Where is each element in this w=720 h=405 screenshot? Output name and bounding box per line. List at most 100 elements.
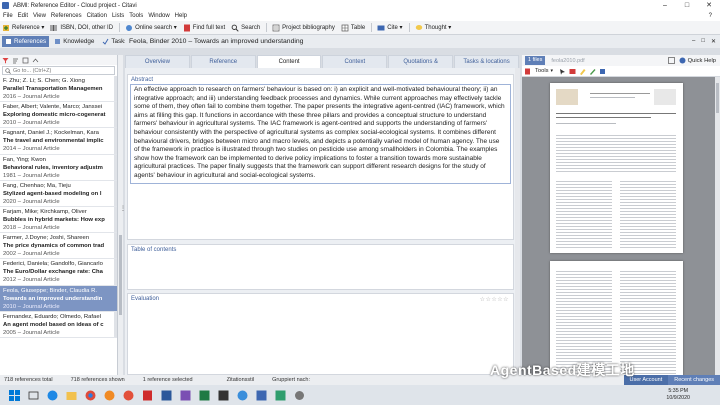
start-icon[interactable] — [8, 389, 21, 402]
knowledge-icon — [54, 38, 61, 45]
citavi-app-icon — [2, 2, 9, 9]
pdf-scrollbar[interactable] — [715, 77, 720, 375]
task-view-icon[interactable] — [27, 389, 40, 402]
editor-scrollbar[interactable] — [515, 68, 520, 375]
files-dropdown[interactable]: 1 files — [525, 56, 546, 65]
menu-help[interactable]: Help — [175, 13, 187, 19]
find-full-text-button[interactable]: Find full text — [183, 24, 225, 32]
tab-reference[interactable]: Reference — [190, 55, 256, 68]
new-reference-button[interactable]: Reference ▾ — [2, 24, 44, 32]
selection-icon[interactable] — [22, 57, 29, 64]
evaluation-field[interactable] — [128, 303, 513, 369]
tab-quotations-comments[interactable]: Quotations & comments — [388, 55, 454, 78]
citation-style[interactable]: Zitationsstil — [227, 377, 255, 383]
reference-item[interactable]: Federici, Daniela; Gandolfo, Giancarlo Th… — [0, 259, 117, 286]
app-icon[interactable] — [274, 389, 287, 402]
visual-studio-icon[interactable] — [179, 389, 192, 402]
watermark: AgentBased建模工地 — [490, 362, 635, 378]
evaluation-label: Evaluation — [131, 296, 160, 302]
tab-content[interactable]: Content — [256, 55, 322, 68]
editor-tabs: Overview Reference Content Context Quota… — [125, 55, 520, 78]
goto-input[interactable]: Go to... (Ctrl+Z) — [2, 66, 115, 75]
file-explorer-icon[interactable] — [65, 389, 78, 402]
recent-changes-button[interactable]: Recent changes — [668, 375, 720, 385]
menu-lists[interactable]: Lists — [112, 13, 124, 19]
word-icon[interactable] — [160, 389, 173, 402]
pen-icon[interactable] — [589, 68, 596, 75]
reference-item[interactable]: Farmer, J.Doyne; Joshi, Shareen The price… — [0, 233, 117, 260]
fullscreen-icon[interactable] — [667, 57, 675, 64]
menu-view[interactable]: View — [33, 13, 46, 19]
pdf-viewer[interactable] — [522, 77, 720, 375]
quick-help-link[interactable]: Quick Help — [688, 58, 716, 64]
rating-stars[interactable]: ☆☆☆☆☆ — [480, 296, 509, 303]
tab-references[interactable]: References — [2, 36, 50, 47]
pdf-icon — [524, 68, 531, 75]
system-clock[interactable]: 5:35 PM 10/9/2020 — [666, 388, 690, 402]
excel-icon[interactable] — [198, 389, 211, 402]
reference-item[interactable]: Faber, Albert; Valente, Marco; Janssei Ex… — [0, 102, 117, 129]
tab-tasks-locations[interactable]: Tasks & locations — [454, 55, 519, 68]
highlight-icon[interactable] — [579, 68, 586, 75]
filter-icon[interactable] — [2, 57, 9, 64]
menu-citation[interactable]: Citation — [87, 13, 107, 19]
abstract-section: Abstract An effective approach to resear… — [127, 74, 514, 240]
help-icon[interactable]: ? — [709, 13, 712, 19]
reference-list-scrollbar[interactable] — [118, 55, 123, 375]
tab-knowledge[interactable]: Knowledge — [51, 36, 97, 47]
reference-item[interactable]: F. Zhu; Z. Li; S. Chen; G. Xiong Parallel… — [0, 76, 117, 103]
isbn-button[interactable]: ISBN, DOI, other ID — [50, 24, 113, 32]
content-tab-panel: Abstract An effective approach to resear… — [125, 68, 520, 375]
status-shown: 718 references shown — [70, 377, 125, 383]
media-icon[interactable] — [103, 389, 116, 402]
toolbar-separator — [266, 23, 268, 32]
search-button[interactable]: Search — [231, 24, 260, 32]
sort-icon[interactable] — [12, 57, 19, 64]
reference-item[interactable]: Fang, Chenhao; Ma, Tieju Stylized agent-b… — [0, 180, 117, 207]
reference-title: Feola, Binder 2010 – Towards an improved… — [129, 38, 304, 45]
editor-minimize-button[interactable]: – — [692, 38, 695, 45]
chrome-icon[interactable] — [84, 389, 97, 402]
project-bibliography-button[interactable]: Project bibliography — [272, 24, 335, 32]
menu-tools[interactable]: Tools — [129, 13, 143, 19]
app-icon[interactable] — [217, 389, 230, 402]
toc-field[interactable] — [128, 254, 513, 284]
app-icon[interactable] — [122, 389, 135, 402]
text-select-icon[interactable] — [569, 68, 576, 75]
thought-button[interactable]: Thought ▾ — [415, 24, 451, 32]
reference-item[interactable]: Fagnant, Daniel J.; Kockelman, Kara The t… — [0, 128, 117, 155]
scrollbar-thumb[interactable] — [716, 83, 719, 113]
browser-icon[interactable] — [46, 389, 59, 402]
settings-icon[interactable] — [293, 389, 306, 402]
editor-close-button[interactable]: ✕ — [711, 38, 716, 45]
tools-dropdown[interactable]: Tools — [535, 68, 549, 74]
online-search-button[interactable]: Online search ▾ — [125, 24, 177, 32]
references-icon — [5, 38, 12, 45]
menu-references[interactable]: References — [51, 13, 82, 19]
table-button[interactable]: Table — [341, 24, 365, 32]
citavi-taskbar-icon[interactable] — [255, 389, 268, 402]
pointer-tool-icon[interactable] — [559, 68, 566, 75]
collapse-icon[interactable] — [32, 57, 39, 64]
menu-file[interactable]: File — [3, 13, 13, 19]
minimize-button[interactable]: – — [654, 0, 676, 11]
maximize-button[interactable]: □ — [676, 0, 698, 11]
pdf-reader-icon[interactable] — [141, 389, 154, 402]
reference-item[interactable]: Farjam, Mike; Kirchkamp, Oliver Bubbles i… — [0, 206, 117, 234]
tab-context[interactable]: Context — [322, 55, 388, 68]
scrollbar-thumb[interactable] — [119, 235, 122, 315]
abstract-textarea[interactable]: An effective approach to research on far… — [130, 84, 511, 184]
mark-icon[interactable] — [599, 68, 606, 75]
menu-edit[interactable]: Edit — [18, 13, 28, 19]
reference-item-selected[interactable]: Feola, Giuseppe; Binder, Claudia R. Towar… — [0, 285, 117, 312]
close-button[interactable]: ✕ — [698, 0, 720, 11]
reference-item[interactable]: Fernandez, Eduardo; Olmedo, Rafael An age… — [0, 311, 117, 338]
cite-button[interactable]: Cite ▾ — [377, 24, 403, 32]
app-icon[interactable] — [236, 389, 249, 402]
menu-window[interactable]: Window — [148, 13, 169, 19]
barcode-icon — [50, 24, 58, 32]
reference-item[interactable]: Fan, Ying; Kwon Behavioral rules, invento… — [0, 154, 117, 181]
tab-overview[interactable]: Overview — [125, 55, 190, 68]
grouping[interactable]: Gruppiert nach: — [272, 377, 310, 383]
editor-maximize-button[interactable]: □ — [701, 38, 705, 45]
